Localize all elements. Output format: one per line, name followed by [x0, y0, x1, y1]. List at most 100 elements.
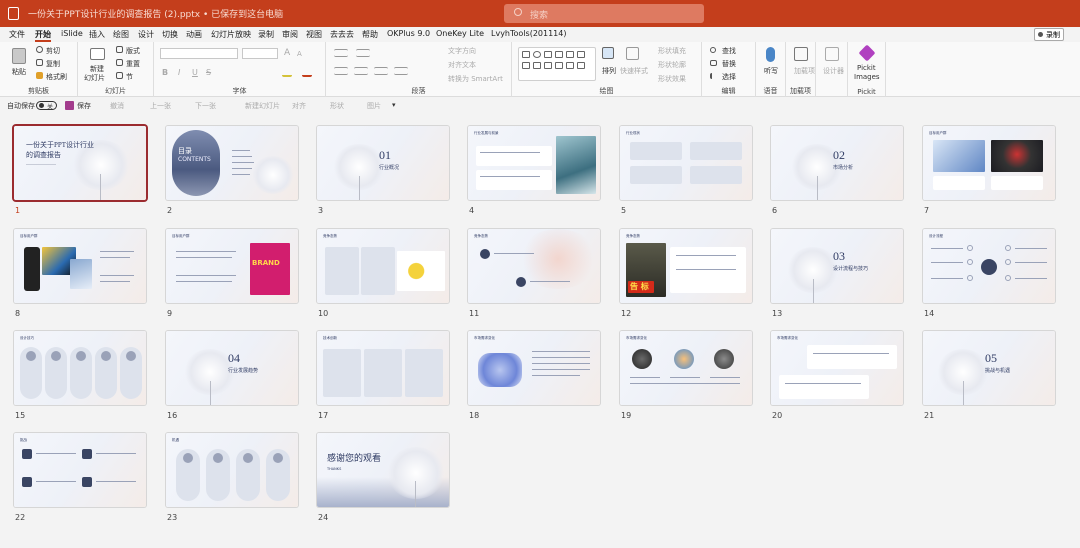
font-color-icon[interactable]	[302, 69, 312, 77]
designer-label[interactable]: 设计器	[823, 66, 844, 76]
justify-icon[interactable]	[394, 67, 408, 75]
slide-thumbnail-2[interactable]: 目录 CONTENTS	[166, 126, 298, 200]
pickit-label-2[interactable]: Images	[854, 73, 880, 81]
tab-lvyhtools[interactable]: LvyhTools(201114)	[491, 29, 566, 38]
cut-label[interactable]: 剪切	[46, 46, 60, 56]
copy-icon[interactable]	[36, 59, 43, 66]
paste-label[interactable]: 粘贴	[12, 67, 26, 77]
bold-button[interactable]: B	[162, 68, 168, 77]
slide-thumbnail-7[interactable]: 目标用户群	[923, 126, 1055, 200]
slide-thumbnail-5[interactable]: 行业现状	[620, 126, 752, 200]
pickit-label-1[interactable]: Pickit	[857, 64, 876, 72]
clip-button[interactable]: 图片	[367, 101, 381, 111]
layout-icon[interactable]	[116, 46, 123, 53]
slide-thumbnail-8[interactable]: 目标用户群	[14, 229, 146, 303]
arrange-label[interactable]: 排列	[602, 66, 616, 76]
format-painter-label[interactable]: 格式刷	[46, 72, 67, 82]
tab-islide[interactable]: iSlide	[61, 29, 83, 38]
slide-thumbnail-12[interactable]: 竞争态势 告 标	[620, 229, 752, 303]
find-icon[interactable]	[710, 47, 716, 53]
tab-okplus[interactable]: OKPlus 9.0	[387, 29, 430, 38]
hexagon-shape-icon[interactable]	[577, 62, 585, 69]
record-button[interactable]: 录制	[1034, 28, 1064, 41]
paste-icon[interactable]	[12, 48, 26, 64]
bracket-shape-icon[interactable]	[555, 62, 563, 69]
slide-thumbnail-23[interactable]: 机遇	[166, 433, 298, 507]
tab-review[interactable]: 审阅	[282, 29, 298, 40]
smartart-label[interactable]: 转换为 SmartArt	[448, 74, 503, 84]
slide-thumbnail-15[interactable]: 设计技巧	[14, 331, 146, 405]
rounded-rect-shape-icon[interactable]	[522, 62, 530, 69]
slide-thumbnail-14[interactable]: 设计流程	[923, 229, 1055, 303]
bullets-icon[interactable]	[334, 49, 348, 57]
tab-design[interactable]: 设计	[138, 29, 154, 40]
undo-button[interactable]: 撤消	[110, 101, 124, 111]
tab-home[interactable]: 开始	[35, 29, 51, 42]
dictate-label[interactable]: 听写	[764, 66, 778, 76]
microphone-icon[interactable]	[766, 47, 775, 62]
slide-thumbnail-4[interactable]: 行业发展与前景	[468, 126, 600, 200]
align-button[interactable]: 对齐	[292, 101, 306, 111]
arrow-shape-icon[interactable]	[566, 51, 574, 58]
section-icon[interactable]	[116, 72, 123, 79]
slide-thumbnail-22[interactable]: 挑战	[14, 433, 146, 507]
slide-thumbnail-17[interactable]: 技术创新	[317, 331, 449, 405]
brace-shape-icon[interactable]	[544, 62, 552, 69]
section-label[interactable]: 节	[126, 72, 133, 82]
tab-slideshow[interactable]: 幻灯片放映	[211, 29, 251, 40]
underline-button[interactable]: U	[192, 68, 198, 77]
tab-custom[interactable]: 去去去	[330, 29, 354, 40]
select-label[interactable]: 选择	[722, 72, 736, 82]
tab-onekey[interactable]: OneKey Lite	[436, 29, 484, 38]
tab-file[interactable]: 文件	[9, 29, 25, 40]
slide-thumbnail-3[interactable]: 01 行业概况	[317, 126, 449, 200]
rectangle-shape-icon[interactable]	[522, 51, 530, 58]
slide-thumbnail-19[interactable]: 市场需求变化	[620, 331, 752, 405]
customize-qat-icon[interactable]: ▾	[392, 101, 396, 109]
tab-help[interactable]: 帮助	[362, 29, 378, 40]
select-icon[interactable]	[710, 73, 716, 79]
replace-label[interactable]: 替换	[722, 59, 736, 69]
star-shape-icon[interactable]	[533, 62, 541, 69]
slide-thumbnail-11[interactable]: 竞争态势	[468, 229, 600, 303]
shape-outline-label[interactable]: 形状轮廓	[658, 60, 686, 70]
cut-icon[interactable]	[36, 46, 43, 53]
italic-button[interactable]: I	[178, 68, 180, 77]
text-direction-label[interactable]: 文字方向	[448, 46, 476, 56]
save-icon[interactable]	[65, 101, 74, 110]
quick-styles-label[interactable]: 快速样式	[620, 66, 648, 76]
replace-icon[interactable]	[710, 60, 717, 66]
arrange-icon[interactable]	[602, 47, 614, 59]
increase-font-icon[interactable]: A	[284, 48, 290, 58]
slide-thumbnail-9[interactable]: 目标用户群 BRAND	[166, 229, 298, 303]
line-shape-icon[interactable]	[555, 51, 563, 58]
reset-label[interactable]: 重置	[126, 59, 140, 69]
tab-view[interactable]: 视图	[306, 29, 322, 40]
slide-thumbnail-16[interactable]: 04 行业发展趋势	[166, 331, 298, 405]
slide-thumbnail-20[interactable]: 市场需求变化	[771, 331, 903, 405]
align-right-icon[interactable]	[374, 67, 388, 75]
align-center-icon[interactable]	[354, 67, 368, 75]
new-slide-label-2[interactable]: 幻灯片	[84, 73, 105, 83]
prev-slide-button[interactable]: 上一张	[150, 101, 171, 111]
tab-insert[interactable]: 插入	[89, 29, 105, 40]
slide-thumbnail-18[interactable]: 市场需求变化	[468, 331, 600, 405]
slide-thumbnail-13[interactable]: 03 设计流程与技巧	[771, 229, 903, 303]
oval-shape-icon[interactable]	[533, 51, 541, 58]
numbering-icon[interactable]	[356, 49, 370, 57]
new-slide-icon[interactable]	[90, 48, 105, 60]
triangle-shape-icon[interactable]	[544, 51, 552, 58]
slide-thumbnail-1[interactable]: 一份关于PPT设计行业 的调查报告	[14, 126, 146, 200]
new-slide-qat-button[interactable]: 新建幻灯片	[245, 101, 280, 111]
font-size-box[interactable]	[242, 48, 278, 59]
font-name-box[interactable]	[160, 48, 238, 59]
save-label[interactable]: 保存	[77, 101, 91, 111]
slide-thumbnail-24[interactable]: 感谢您的观看 THANKS	[317, 433, 449, 507]
format-painter-icon[interactable]	[36, 72, 43, 79]
addins-icon[interactable]	[794, 47, 808, 61]
tab-transitions[interactable]: 切换	[162, 29, 178, 40]
slide-thumbnail-6[interactable]: 02 市场分析	[771, 126, 903, 200]
search-box[interactable]: 搜索	[504, 4, 704, 23]
reset-icon[interactable]	[116, 59, 123, 66]
decrease-font-icon[interactable]: A	[297, 50, 302, 58]
